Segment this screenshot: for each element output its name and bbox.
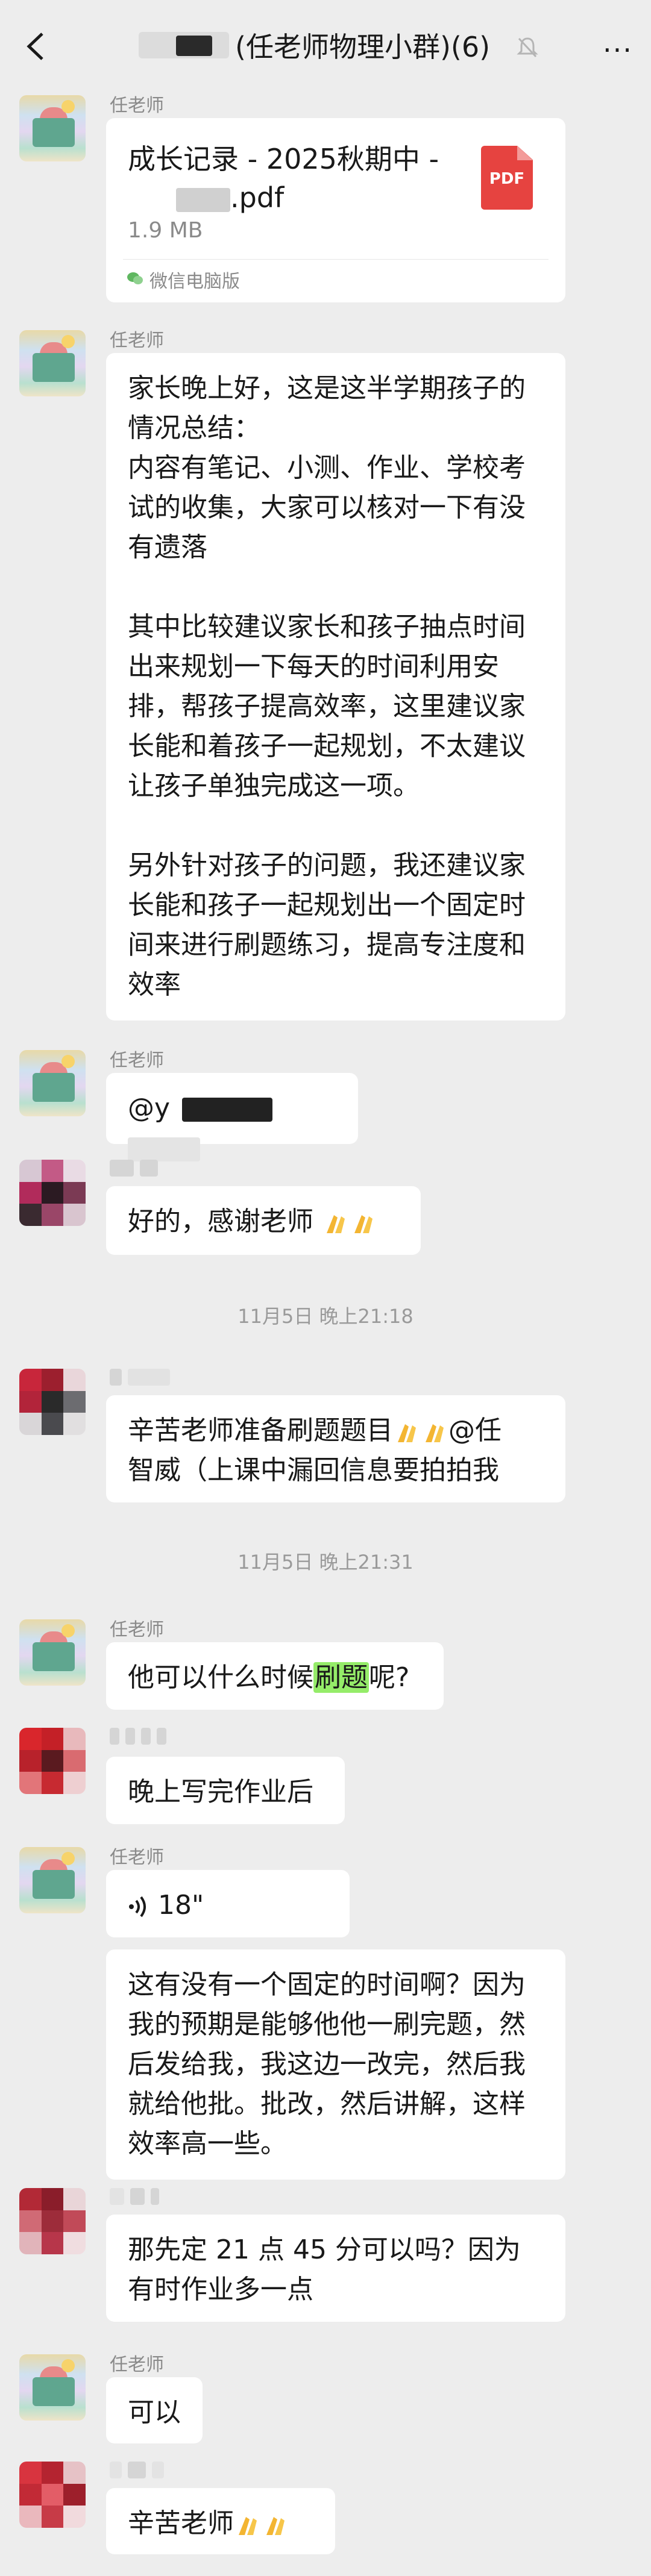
file-name-line2: .pdf: [230, 181, 285, 214]
avatar[interactable]: [19, 1619, 86, 1686]
avatar[interactable]: [19, 2188, 86, 2254]
message-paragraph: 内容有笔记、小测、作业、学校考试的收集，大家可以核对一下有没有遗落: [128, 452, 526, 563]
message-text: 智威（上课中漏回信息要拍拍我: [128, 1455, 499, 1486]
timestamp: 11月5日 晚上21:31: [237, 1551, 414, 1574]
message-text: 好的，感谢老师: [128, 1206, 313, 1237]
pray-emoji-icon: [398, 1424, 416, 1442]
message-bubble[interactable]: 晚上写完作业后: [106, 1757, 345, 1824]
redacted-filename: [176, 187, 230, 212]
message-text: 辛苦老师准备刷题题目: [128, 1415, 393, 1446]
chat-title: (任老师物理小群)(6): [139, 24, 490, 66]
avatar[interactable]: [19, 330, 86, 396]
sender-name: 任老师: [110, 95, 164, 116]
message-text: 可以: [128, 2397, 181, 2428]
avatar[interactable]: [19, 1160, 86, 1226]
message-text: 辛苦老师: [128, 2508, 234, 2539]
redacted-sender: [110, 1160, 164, 1177]
pray-emoji-icon: [426, 1424, 444, 1442]
message-text: 呢?: [369, 1662, 410, 1693]
sender-name: 任老师: [110, 330, 164, 351]
message-bubble[interactable]: 好的，感谢老师: [106, 1186, 421, 1255]
avatar[interactable]: [19, 1728, 86, 1794]
message-bubble[interactable]: 他可以什么时候刷题呢?: [106, 1642, 444, 1710]
redacted-sender: [110, 1369, 176, 1386]
message-paragraph: 家长晚上好，这是这半学期孩子的情况总结：: [128, 373, 526, 443]
redacted-sender: [110, 2188, 165, 2205]
redacted-mention: [182, 1098, 273, 1122]
mention-text: @y: [128, 1093, 171, 1124]
chat-title-text: (任老师物理小群)(6): [235, 31, 491, 63]
divider: [123, 259, 549, 260]
sender-name: 任老师: [110, 1847, 164, 1868]
avatar[interactable]: [19, 2462, 86, 2528]
transcription-bubble[interactable]: 这有没有一个固定的时间啊？因为我的预期是能够他他一刷完题，然后发给我，我这边一改…: [106, 1949, 565, 2180]
chat-header: (任老师物理小群)(6) ···: [0, 0, 651, 90]
timestamp: 11月5日 晚上21:18: [237, 1305, 414, 1328]
pray-emoji-icon: [327, 1215, 345, 1233]
sender-name: 任老师: [110, 1619, 164, 1640]
message-paragraph: 另外针对孩子的问题，我还建议家长能和孩子一起规划出一个固定时间来进行刷题练习，提…: [128, 850, 526, 1000]
message-text: 这有没有一个固定的时间啊？因为我的预期是能够他他一刷完题，然后发给我，我这边一改…: [128, 1969, 526, 2159]
voice-wave-icon: [129, 1896, 146, 1918]
avatar[interactable]: [19, 1369, 86, 1435]
pray-emoji-icon: [354, 1215, 373, 1233]
pdf-icon-label: PDF: [489, 170, 525, 188]
message-bubble[interactable]: 可以: [106, 2377, 203, 2443]
message-paragraph: 其中比较建议家长和孩子抽点时间出来规划一下每天的时间利用安排，帮孩子提高效率，这…: [128, 611, 526, 801]
redacted-sender: [110, 2462, 170, 2478]
message-bubble[interactable]: 辛苦老师: [106, 2488, 335, 2554]
voice-duration: 18": [158, 1890, 204, 1921]
avatar[interactable]: [19, 95, 86, 161]
wechat-icon: [127, 272, 143, 284]
message-text: 晚上写完作业后: [128, 1777, 313, 1807]
avatar[interactable]: [19, 1050, 86, 1116]
file-name-line1: 成长记录 - 2025秋期中 -: [128, 143, 439, 175]
redacted-sender: [110, 1728, 172, 1745]
pray-emoji-icon: [239, 2517, 257, 2535]
message-text: 那先定 21 点 45 分可以吗？因为有时作业多一点: [128, 2234, 521, 2305]
message-bubble[interactable]: 家长晚上好，这是这半学期孩子的情况总结： 内容有笔记、小测、作业、学校考试的收集…: [106, 353, 565, 1021]
file-source: 微信电脑版: [149, 271, 240, 292]
mute-bell-icon: [517, 37, 538, 58]
more-options-button[interactable]: ···: [603, 34, 633, 66]
message-bubble[interactable]: 那先定 21 点 45 分可以吗？因为有时作业多一点: [106, 2215, 565, 2322]
file-size: 1.9 MB: [128, 218, 203, 243]
message-bubble[interactable]: 辛苦老师准备刷题题目 @任 智威（上课中漏回信息要拍拍我: [106, 1395, 565, 1502]
avatar[interactable]: [19, 2354, 86, 2421]
redacted-title-part: [139, 32, 229, 58]
avatar[interactable]: [19, 1847, 86, 1913]
sender-name: 任老师: [110, 1050, 164, 1071]
message-bubble[interactable]: @y: [106, 1073, 358, 1161]
mention-text: @任: [448, 1415, 502, 1446]
file-card[interactable]: 成长记录 - 2025秋期中 - .pdf 1.9 MB PDF 微信电脑版: [106, 118, 565, 302]
message-text: 他可以什么时候: [128, 1662, 313, 1693]
voice-message-bubble[interactable]: 18": [106, 1870, 350, 1937]
sender-name: 任老师: [110, 2354, 164, 2375]
back-arrow-icon[interactable]: [24, 31, 48, 61]
pray-emoji-icon: [266, 2517, 285, 2535]
redacted-mention: [128, 1137, 200, 1161]
file-name: 成长记录 - 2025秋期中 - .pdf: [128, 140, 465, 217]
highlighted-keyword[interactable]: 刷题: [313, 1662, 369, 1693]
